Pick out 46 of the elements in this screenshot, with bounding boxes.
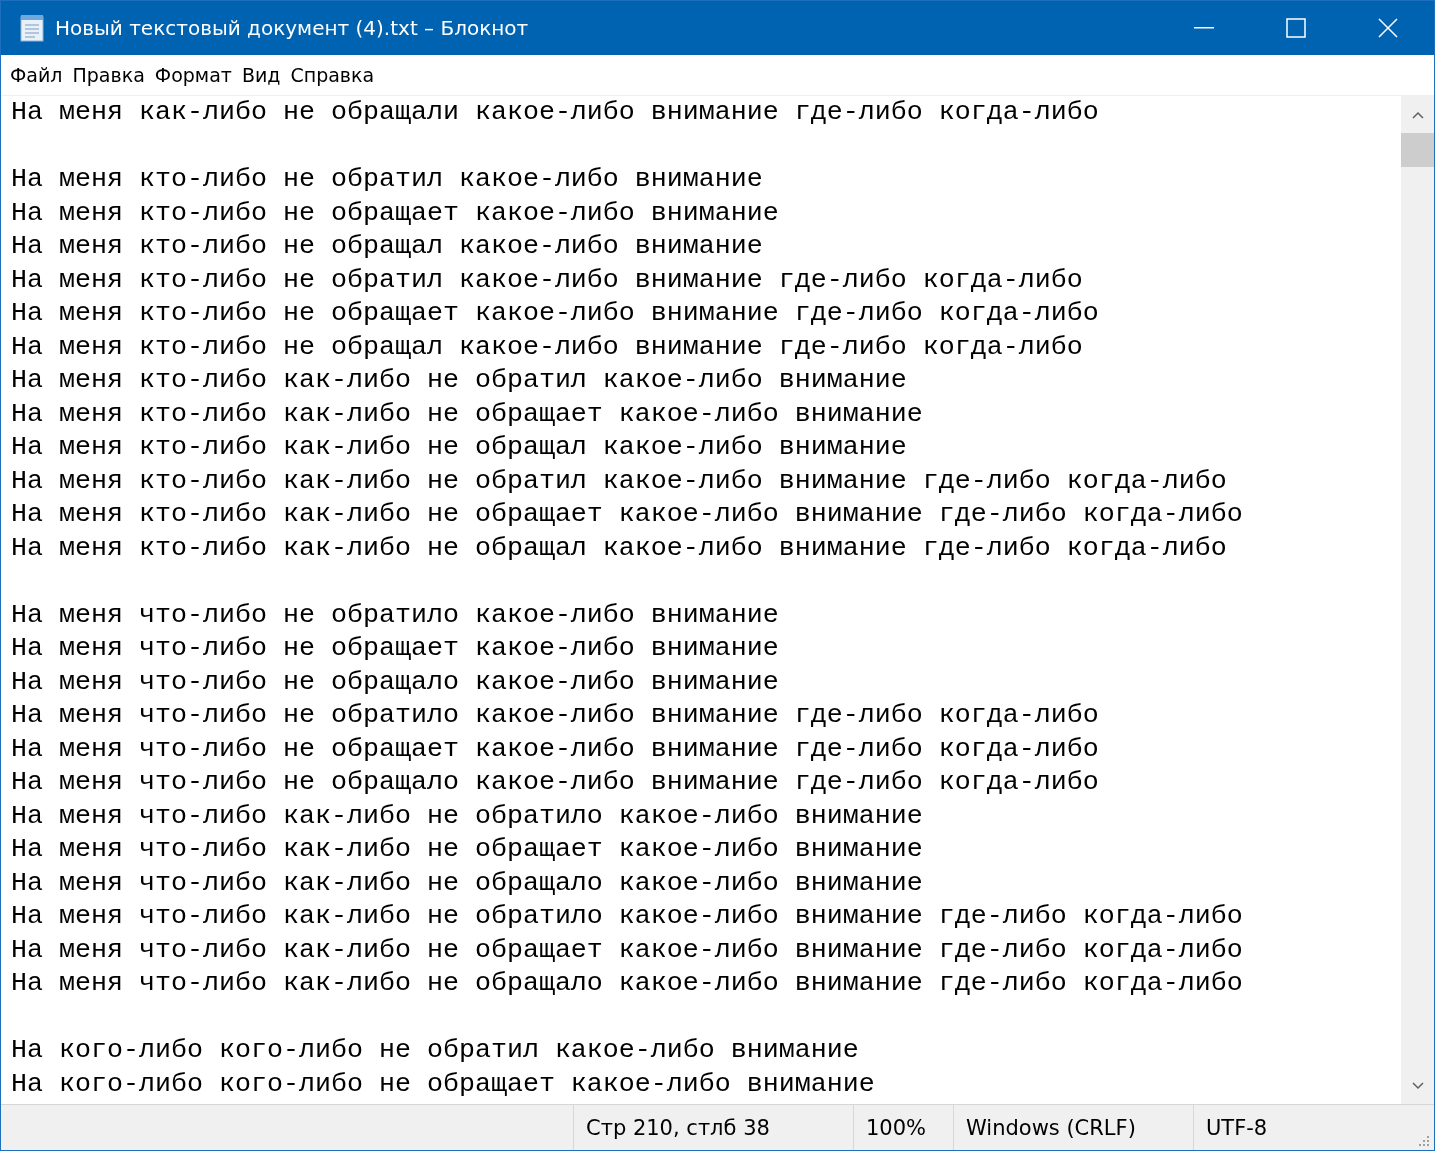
scroll-thumb[interactable] [1401,133,1434,167]
text-line: На меня кто-либо как-либо не обращает какое-либо внимание где-либо когда-либо [11,498,1244,531]
text-line: На меня как-либо не обращали какое-либо внимание где-либо когда-либо [11,96,1100,129]
text-line: На меня что-либо как-либо не обращает какое-либо внимание где-либо когда-либо [11,933,1244,967]
text-line: На меня что-либо как-либо не обратило какое-либо внимание [11,799,924,833]
text-line: На меня что-либо не обращает какое-либо внимание [11,632,780,665]
text-line: На меня кто-либо как-либо не обращал какое-либо внимание где-либо когда-либо [11,531,1228,565]
menu-item[interactable]: Формат [149,59,237,91]
text-line: На меня кто-либо не обращал какое-либо внимание [11,230,764,263]
text-line: На меня что-либо не обратило какое-либо внимание [11,598,780,632]
scrollbar[interactable] [1401,96,1434,1104]
menu-item[interactable]: Файл [5,59,68,91]
line-endings: Windows (CRLF) [953,1105,1193,1150]
text-line: На меня что-либо не обращает какое-либо внимание где-либо когда-либо [11,732,1100,766]
close-icon [1378,18,1398,38]
scroll-up-icon[interactable] [1411,110,1424,119]
window-title: Новый текстовый документ (4).txt – Блокнот [55,16,530,40]
resize-grip-icon [1416,1133,1430,1147]
text-line: На меня кто-либо как-либо не обратил какое-либо внимание где-либо когда-либо [11,464,1228,498]
cursor-position: Стр 210, стлб 38 [573,1105,853,1150]
text-line: На меня кто-либо не обратил какое-либо внимание [11,163,764,196]
text-line: На меня что-либо как-либо не обращало какое-либо внимание где-либо когда-либо [11,967,1244,1000]
maximize-icon [1286,18,1306,38]
encoding: UTF-8 [1193,1105,1393,1150]
text-line: На меня что-либо как-либо не обратило какое-либо внимание где-либо когда-либо [11,900,1244,933]
text-line: На меня кто-либо как-либо не обращает какое-либо внимание [11,397,924,431]
notepad-icon [17,13,47,43]
text-line: На меня кто-либо не обращал какое-либо внимание где-либо когда-либо [11,330,1084,364]
menu-item[interactable]: Вид [236,59,286,91]
text-line: На кого-либо кого-либо не обратил какое-либо внимание [11,1034,860,1067]
text-line: На меня что-либо как-либо не обращает какое-либо внимание [11,833,924,866]
menu-item[interactable]: Правка [67,59,150,91]
minimize-icon [1194,27,1214,29]
text-line: На меня кто-либо не обращает какое-либо внимание [11,196,780,230]
menu-item[interactable]: Справка [285,59,380,91]
text-line: На меня кто-либо как-либо не обратил какое-либо внимание [11,364,908,397]
text-line: На меня что-либо как-либо не обращало какое-либо внимание [11,866,924,900]
text-line: На меня что-либо не обращало какое-либо внимание где-либо когда-либо [11,766,1100,799]
text-line: На меня кто-либо не обратил какое-либо внимание где-либо когда-либо [11,263,1084,297]
text-line: На меня что-либо не обращало какое-либо внимание [11,665,780,699]
text-line: На кого-либо кого-либо не обращает какое-либо внимание [11,1067,876,1101]
scroll-down-icon[interactable] [1411,1081,1424,1090]
zoom-level: 100% [853,1105,953,1150]
text-line: На меня кто-либо как-либо не обращал какое-либо внимание [11,431,908,464]
text-line: На меня кто-либо не обращает какое-либо внимание где-либо когда-либо [11,297,1100,330]
text-line: На меня что-либо не обратило какое-либо внимание где-либо когда-либо [11,699,1100,732]
